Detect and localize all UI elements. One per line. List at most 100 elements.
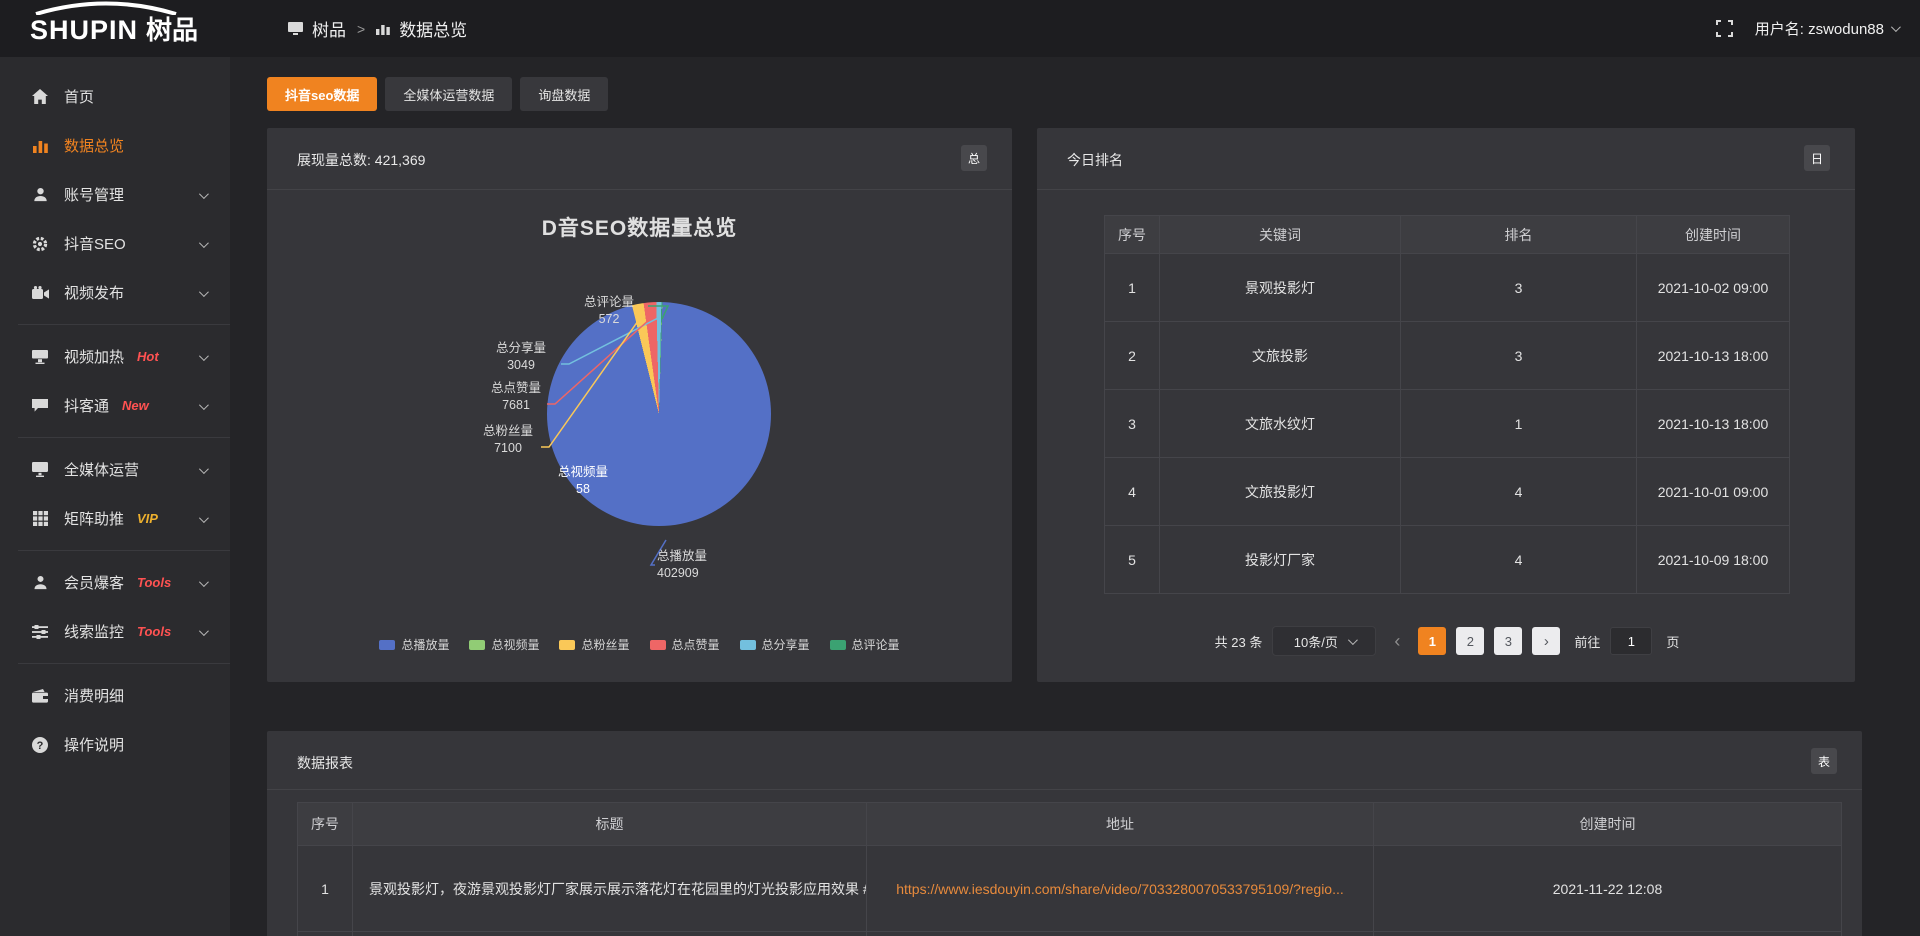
sidebar-item-label: 抖客通 — [64, 395, 109, 416]
legend-item-plays[interactable]: 总播放量 — [379, 636, 449, 653]
cell-title: 景观投影灯，夜游景观投影灯厂家展示展示落花灯在花园里的灯光投影应用效果 # — [353, 846, 867, 932]
cell-video-link[interactable]: https://www.iesdouyin.com/share/video/70… — [867, 846, 1374, 932]
sidebar-item-home[interactable]: 首页 — [0, 72, 230, 121]
sidebar-item-matrix-boost[interactable]: 矩阵助推 VIP — [0, 494, 230, 543]
legend-swatch — [740, 640, 756, 650]
legend-item-fans[interactable]: 总粉丝量 — [559, 636, 629, 653]
sidebar-item-media-ops[interactable]: 全媒体运营 — [0, 445, 230, 494]
col-header-title: 标题 — [353, 803, 867, 846]
sidebar-item-label: 账号管理 — [64, 184, 124, 205]
sliders-icon — [31, 624, 49, 640]
pie-label-likes: 总点赞量 7681 — [480, 380, 552, 414]
sidebar-item-consumption[interactable]: 消费明细 — [0, 671, 230, 720]
sidebar: 首页 数据总览 账号管理 抖音SEO 视频发布 视频加热 Hot — [0, 57, 230, 936]
cell-index: 2 — [1105, 322, 1160, 390]
sidebar-item-help[interactable]: ? 操作说明 — [0, 720, 230, 769]
chart-legend: 总播放量 总视频量 总粉丝量 总点赞量 总分享量 总评论量 — [267, 636, 1012, 653]
pie-label-value: 58 — [551, 481, 615, 498]
app-window: SHUPIN树品 树品 > 数据总览 用户名: zswodun88 — [0, 0, 1920, 936]
legend-swatch — [469, 640, 485, 650]
cell-created: 2021-11-22 12:08 — [1374, 846, 1842, 932]
col-header-index: 序号 — [298, 803, 353, 846]
pagination: 共 23 条 10条/页 ‹ 1 2 3 › 前往 页 — [1104, 626, 1790, 656]
pie-label-name: 总点赞量 — [480, 380, 552, 397]
chevron-down-icon — [199, 577, 209, 587]
legend-item-comments[interactable]: 总评论量 — [830, 636, 900, 653]
sidebar-item-label: 抖音SEO — [64, 233, 126, 254]
sidebar-item-data-overview[interactable]: 数据总览 — [0, 121, 230, 170]
sidebar-item-account[interactable]: 账号管理 — [0, 170, 230, 219]
legend-swatch — [559, 640, 575, 650]
page-3-button[interactable]: 3 — [1494, 627, 1522, 655]
wallet-icon — [31, 688, 49, 704]
legend-label: 总播放量 — [401, 636, 449, 653]
chevron-down-icon — [199, 189, 209, 199]
pie-label-value: 402909 — [657, 565, 743, 582]
impressions-total-label: 展现量总数: 421,369 — [297, 150, 425, 170]
daily-view-button[interactable]: 日 — [1804, 145, 1830, 171]
tab-media-ops-data[interactable]: 全媒体运营数据 — [385, 77, 512, 111]
top-right-controls: 用户名: zswodun88 — [1716, 18, 1898, 39]
chevron-down-icon — [199, 287, 209, 297]
sidebar-divider — [18, 324, 230, 325]
sidebar-item-member-baoke[interactable]: 会员爆客 Tools — [0, 558, 230, 607]
gear-icon — [31, 236, 49, 252]
page-1-button[interactable]: 1 — [1418, 627, 1446, 655]
logo-arc-icon — [32, 1, 180, 15]
pie-label-value: 572 — [573, 311, 645, 328]
seo-chart-panel: 展现量总数: 421,369 总 D音SEO数据量总览 总评论量 572 — [267, 128, 1012, 682]
chevron-down-icon — [199, 626, 209, 636]
screen-icon — [288, 22, 303, 35]
col-header-url: 地址 — [867, 803, 1374, 846]
legend-label: 总视频量 — [491, 636, 539, 653]
sidebar-item-label: 消费明细 — [64, 685, 124, 706]
cell-index: 5 — [1105, 526, 1160, 594]
panel-header: 数据报表 表 — [267, 731, 1862, 790]
sidebar-item-label: 操作说明 — [64, 734, 124, 755]
sidebar-item-label: 会员爆客 — [64, 572, 124, 593]
page-size-select[interactable]: 10条/页 — [1272, 626, 1376, 656]
next-page-button[interactable]: › — [1532, 627, 1560, 655]
pagination-total: 共 23 条 — [1215, 632, 1263, 651]
legend-label: 总分享量 — [762, 636, 810, 653]
table-view-button[interactable]: 表 — [1811, 748, 1837, 774]
cell-index — [298, 932, 353, 936]
sidebar-item-lead-monitor[interactable]: 线索监控 Tools — [0, 607, 230, 656]
sidebar-item-douyin-seo[interactable]: 抖音SEO — [0, 219, 230, 268]
legend-item-shares[interactable]: 总分享量 — [740, 636, 810, 653]
svg-text:?: ? — [37, 740, 44, 752]
cell-index: 4 — [1105, 458, 1160, 526]
user-icon — [31, 187, 49, 203]
chevron-down-icon — [1891, 22, 1901, 32]
chevron-down-icon — [199, 464, 209, 474]
page-2-button[interactable]: 2 — [1456, 627, 1484, 655]
cell-keyword: 景观投影灯 — [1160, 254, 1401, 322]
prev-page-button[interactable]: ‹ — [1386, 631, 1408, 652]
legend-item-likes[interactable]: 总点赞量 — [650, 636, 720, 653]
chevron-down-icon — [199, 351, 209, 361]
logo-text-en: SHUPIN — [30, 15, 138, 45]
goto-page-input[interactable] — [1610, 627, 1652, 655]
tab-inquiry-data[interactable]: 询盘数据 — [520, 77, 608, 111]
sidebar-item-video-publish[interactable]: 视频发布 — [0, 268, 230, 317]
total-view-button[interactable]: 总 — [961, 145, 987, 171]
cell-rank: 4 — [1401, 526, 1637, 594]
legend-item-videos[interactable]: 总视频量 — [469, 636, 539, 653]
new-badge: New — [122, 398, 149, 413]
col-header-index: 序号 — [1105, 216, 1160, 254]
tab-douyin-seo-data[interactable]: 抖音seo数据 — [267, 77, 377, 111]
cell-keyword: 文旅水纹灯 — [1160, 390, 1401, 458]
breadcrumb-root[interactable]: 树品 — [312, 16, 346, 41]
monitor-icon — [31, 462, 49, 478]
username-label: 用户名: zswodun88 — [1755, 18, 1884, 39]
cell-created: 2021-10-13 18:00 — [1637, 322, 1790, 390]
cell-index: 1 — [1105, 254, 1160, 322]
fullscreen-icon[interactable] — [1716, 20, 1733, 37]
sidebar-item-doukertong[interactable]: 抖客通 New — [0, 381, 230, 430]
cell-created: 2021-10-13 18:00 — [1637, 390, 1790, 458]
cell-keyword: 文旅投影灯 — [1160, 458, 1401, 526]
user-menu[interactable]: 用户名: zswodun88 — [1755, 18, 1898, 39]
breadcrumb-current[interactable]: 数据总览 — [399, 16, 467, 41]
legend-swatch — [650, 640, 666, 650]
sidebar-item-video-heat[interactable]: 视频加热 Hot — [0, 332, 230, 381]
